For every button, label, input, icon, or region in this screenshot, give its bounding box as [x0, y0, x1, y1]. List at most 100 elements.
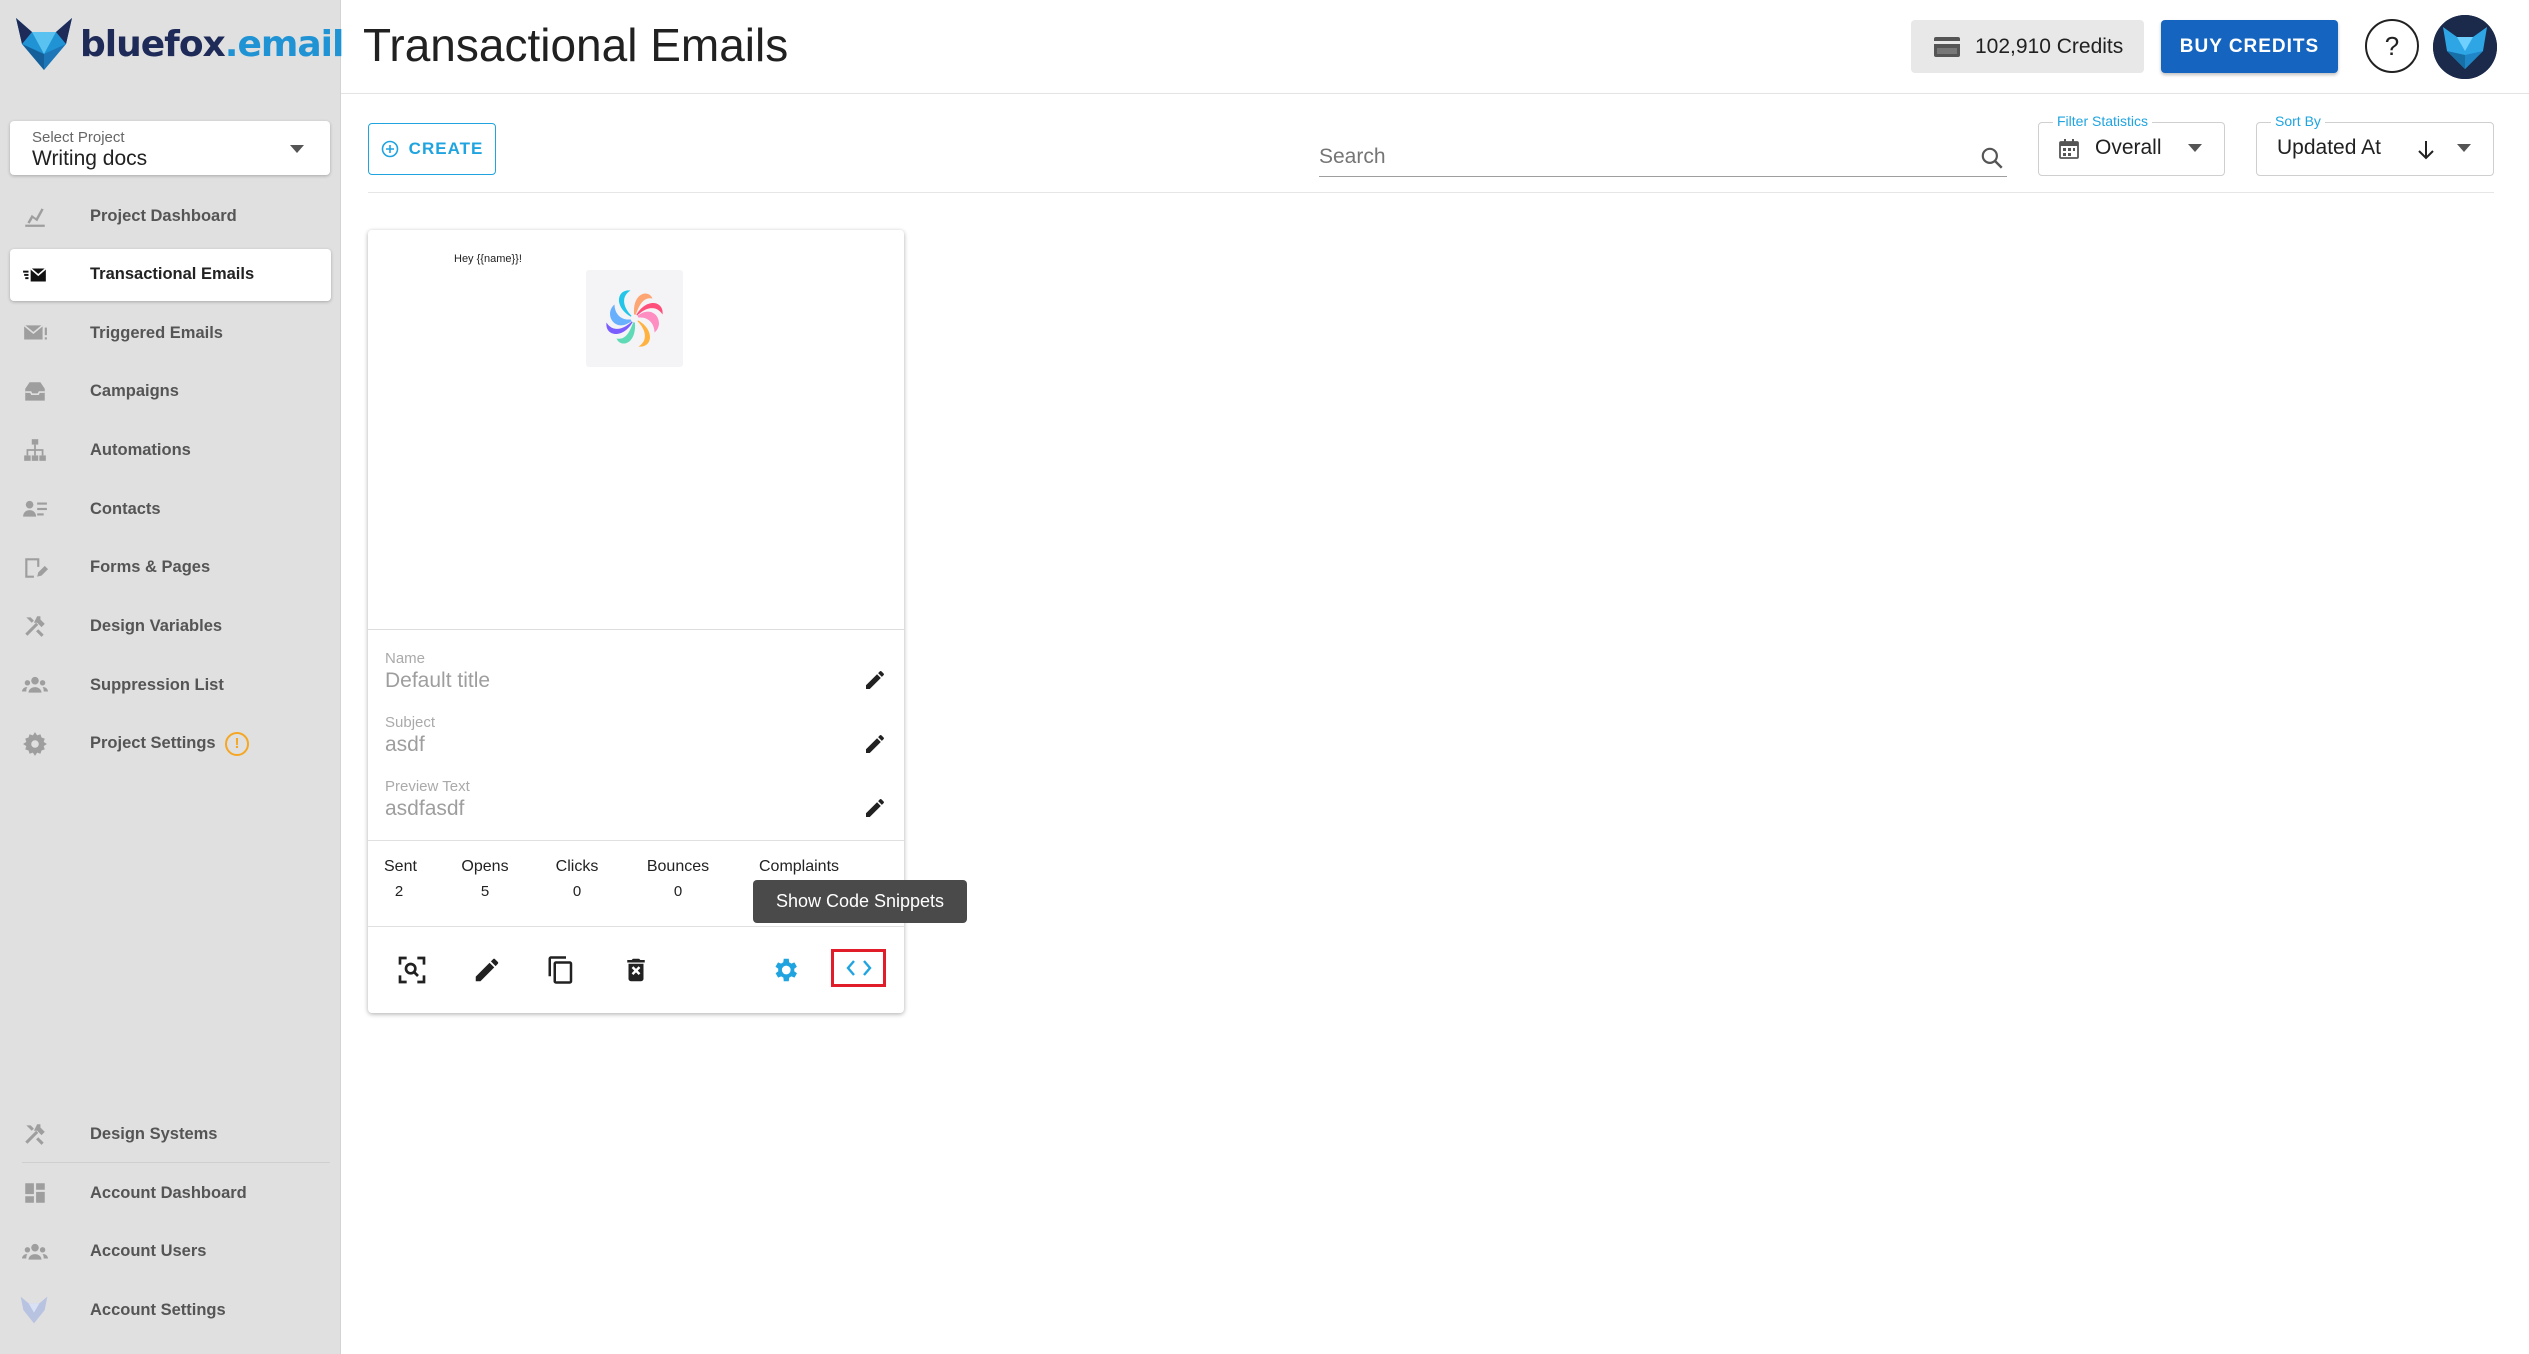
stat-value: 0	[572, 883, 582, 900]
preview-text-field: Preview Text asdfasdf	[385, 778, 885, 821]
trash-icon	[627, 958, 645, 982]
account-nav: Design Systems Account Dashboard Account…	[0, 1105, 341, 1340]
dashboard-icon	[25, 1183, 45, 1203]
sidebar-item-account-settings[interactable]: Account Settings	[0, 1281, 341, 1340]
project-nav: Project Dashboard Transactional Emails T…	[0, 187, 341, 773]
scan-search-icon	[398, 956, 426, 984]
credit-card-icon	[1934, 36, 1960, 57]
sidebar-item-contacts[interactable]: Contacts	[0, 480, 341, 539]
sidebar-item-label: Forms & Pages	[90, 558, 211, 577]
credits-amount: 102,910 Credits	[1975, 34, 2124, 58]
users-icon	[22, 1243, 48, 1260]
gear-icon	[23, 731, 47, 756]
stat-label: Complaints	[758, 858, 840, 875]
plus-circle-icon	[381, 140, 398, 158]
sidebar: bluefox.email Select Project Writing doc…	[0, 0, 344, 1354]
header-divider	[341, 93, 2529, 94]
sidebar-item-transactional-emails[interactable]: Transactional Emails	[10, 248, 331, 301]
filter-statistics-value: Overall	[2095, 136, 2162, 159]
sidebar-item-design-variables[interactable]: Design Variables	[0, 597, 341, 656]
sort-by-value: Updated At	[2277, 136, 2381, 159]
project-select-label: Select Project	[32, 129, 125, 146]
sidebar-item-label: Account Settings	[90, 1300, 226, 1319]
sidebar-item-account-users[interactable]: Account Users	[0, 1222, 341, 1281]
sort-by-select[interactable]: Sort By Updated At	[2256, 113, 2494, 176]
subject-label: Subject	[385, 714, 436, 731]
sidebar-item-label: Campaigns	[90, 382, 179, 401]
sidebar-divider	[22, 1162, 330, 1163]
copy-icon	[548, 956, 573, 984]
sidebar-item-design-systems[interactable]: Design Systems	[0, 1105, 341, 1164]
calendar-icon	[2059, 139, 2079, 159]
caret-down-icon	[2188, 144, 2202, 152]
caret-down-icon	[2457, 144, 2471, 152]
project-select[interactable]: Select Project Writing docs	[10, 121, 330, 175]
sidebar-item-label: Design Systems	[90, 1124, 218, 1143]
arrow-down-icon[interactable]	[2415, 138, 2437, 162]
credits-display[interactable]: 102,910 Credits	[1911, 20, 2144, 73]
sidebar-item-project-settings[interactable]: Project Settings !	[0, 715, 341, 774]
create-button-label: CREATE	[408, 139, 484, 158]
preview-logo-image	[586, 270, 683, 367]
pencil-icon	[475, 958, 499, 982]
sitemap-icon	[24, 439, 46, 462]
sidebar-item-label: Project Dashboard	[90, 206, 237, 225]
sidebar-item-project-dashboard[interactable]: Project Dashboard	[0, 187, 341, 246]
stat-clicks: Clicks 0	[552, 858, 602, 900]
sidebar-item-label: Account Users	[90, 1242, 207, 1261]
code-snippets-tooltip: Show Code Snippets	[753, 880, 967, 923]
chart-icon	[25, 208, 45, 228]
project-select-value: Writing docs	[32, 147, 148, 170]
pencil-icon[interactable]	[863, 796, 887, 820]
fox-icon	[20, 1297, 48, 1324]
search-field[interactable]	[1319, 139, 2007, 177]
brand-logo[interactable]: bluefox.email	[12, 14, 344, 74]
sidebar-item-label: Design Variables	[90, 616, 223, 635]
sidebar-item-campaigns[interactable]: Campaigns	[0, 362, 341, 421]
brand-name: bluefox.email	[80, 23, 344, 65]
users-off-icon	[22, 677, 48, 693]
fox-avatar-icon	[2433, 15, 2497, 79]
pencil-icon[interactable]	[863, 668, 887, 692]
sidebar-item-forms-pages[interactable]: Forms & Pages	[0, 538, 341, 597]
stat-value: 5	[480, 883, 490, 900]
preview-text-label: Preview Text	[385, 778, 470, 795]
edit-button[interactable]	[469, 952, 505, 988]
sidebar-item-account-dashboard[interactable]: Account Dashboard	[0, 1164, 341, 1223]
fox-logo-icon	[16, 18, 72, 70]
swirl-logo-icon	[606, 290, 663, 347]
caret-down-icon	[290, 145, 304, 153]
settings-button[interactable]	[767, 952, 803, 988]
stat-label: Opens	[461, 858, 509, 875]
stat-sent: Sent 2	[384, 858, 417, 900]
sidebar-item-automations[interactable]: Automations	[0, 421, 341, 480]
filter-statistics-select[interactable]: Filter Statistics Overall	[2038, 113, 2225, 176]
stat-value: 2	[394, 883, 404, 900]
sidebar-item-label: Automations	[90, 440, 191, 459]
preview-text-value: asdfasdf	[385, 797, 465, 820]
filter-statistics-label: Filter Statistics	[2053, 113, 2153, 129]
delete-button[interactable]	[618, 952, 654, 988]
show-code-snippets-button[interactable]	[831, 949, 886, 987]
help-button[interactable]: ?	[2365, 19, 2419, 73]
create-button[interactable]: CREATE	[368, 123, 496, 175]
tools-icon	[25, 616, 45, 638]
duplicate-button[interactable]	[543, 952, 579, 988]
name-label: Name	[385, 650, 426, 667]
buy-credits-button[interactable]: BUY CREDITS	[2161, 20, 2338, 73]
mail-fast-icon	[23, 267, 47, 282]
stat-label: Sent	[384, 858, 417, 875]
mail-alert-icon	[23, 324, 47, 340]
stat-value: 0	[673, 883, 683, 900]
search-input[interactable]	[1319, 139, 1939, 175]
search-icon[interactable]	[1979, 145, 2005, 171]
sidebar-item-suppression-list[interactable]: Suppression List	[0, 656, 341, 715]
page-title: Transactional Emails	[363, 19, 789, 71]
preview-button[interactable]	[394, 952, 430, 988]
sidebar-item-label: Transactional Emails	[90, 265, 255, 284]
pencil-icon[interactable]	[863, 732, 887, 756]
name-value: Default title	[385, 669, 491, 692]
avatar[interactable]	[2433, 15, 2497, 79]
email-preview[interactable]: Hey {{name}}!	[368, 230, 904, 630]
sidebar-item-triggered-emails[interactable]: Triggered Emails	[0, 304, 341, 363]
